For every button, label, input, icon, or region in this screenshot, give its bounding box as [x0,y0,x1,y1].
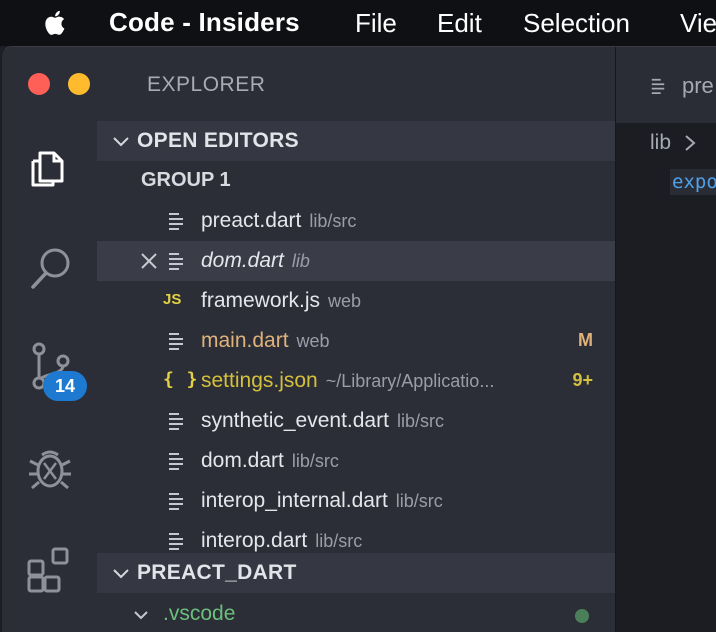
open-editors-label: OPEN EDITORS [137,129,299,152]
lines-file-icon [169,253,183,270]
file-name: synthetic_event.dart [201,409,389,432]
open-editor-item[interactable]: interop_internal.dart lib/src [97,481,615,521]
file-name: dom.dart [201,449,284,472]
project-folder-header[interactable]: PREACT_DART [97,553,615,593]
file-path: lib/src [309,211,357,231]
minimize-window-button[interactable] [68,73,90,95]
file-name: interop_internal.dart [201,489,388,512]
file-path: lib/src [315,531,363,551]
menu-selection[interactable]: Selection [523,8,630,39]
lines-file-icon [169,533,183,550]
apple-logo-icon[interactable] [40,7,72,39]
file-path: lib/src [291,451,339,471]
lines-file-icon [169,333,183,350]
file-name: preact.dart [201,209,302,232]
explorer-sidebar: EXPLORER OPEN EDITORS GROUP 1 preact.dar… [97,47,615,632]
group-label: GROUP 1 [141,169,231,191]
menu-edit[interactable]: Edit [437,8,482,39]
folder-name: .vscode [163,602,236,625]
extensions-icon[interactable] [23,543,77,597]
open-editor-item[interactable]: synthetic_event.dart lib/src [97,401,615,441]
project-folder-label: PREACT_DART [137,561,297,584]
problems-status-badge: 9+ [572,370,593,390]
chevron-right-icon [685,135,696,152]
file-path: lib/src [395,491,443,511]
lines-file-icon [169,413,183,430]
file-name: framework.js [201,289,321,312]
file-path: web [296,331,330,351]
close-window-button[interactable] [28,73,50,95]
menu-bar: Code - Insiders File Edit Selection Vie [0,0,716,46]
tab-bar: pre [616,47,716,123]
menu-app-name[interactable]: Code - Insiders [109,7,300,38]
lines-file-icon [651,78,665,94]
json-file-icon: { } [163,369,199,390]
file-name: settings.json [201,369,318,392]
debug-bug-icon[interactable] [23,441,77,495]
search-icon[interactable] [23,241,77,295]
open-editor-item[interactable]: main.dart web M [97,321,615,361]
chevron-down-icon [113,569,129,579]
explorer-files-icon[interactable] [23,139,77,193]
breadcrumb[interactable]: lib [650,131,697,155]
file-name: dom.dart [201,249,284,272]
open-editors-header[interactable]: OPEN EDITORS [97,121,615,161]
sidebar-title: EXPLORER [147,73,266,96]
untracked-dot [575,609,589,623]
lines-file-icon [169,493,183,510]
modified-status-badge: M [578,330,593,350]
vscode-window: 14 EXPLORER OPEN EDITORS GROUP 1 preact.… [2,46,716,632]
breadcrumb-item[interactable]: lib [650,131,671,154]
menu-file[interactable]: File [355,8,397,39]
folder-item[interactable]: .vscode [97,595,615,632]
open-editor-item[interactable]: { } settings.json ~/Library/Applicatio...… [97,361,615,401]
open-editor-item[interactable]: dom.dart lib/src [97,441,615,481]
code-line[interactable]: expo [670,169,716,195]
editor-tab[interactable]: pre [616,47,716,123]
activity-bar: 14 [3,47,130,632]
scm-count-badge: 14 [43,371,87,401]
chevron-down-icon [113,137,129,147]
lines-file-icon [169,453,183,470]
file-name: interop.dart [201,529,308,552]
file-path: web [328,291,362,311]
close-icon[interactable] [139,251,159,271]
open-editor-item[interactable]: preact.dart lib/src [97,201,615,241]
file-path: lib/src [396,411,444,431]
tab-label: pre [682,73,714,98]
open-editor-item-active[interactable]: dom.dart lib [97,241,615,281]
file-path: ~/Library/Applicatio... [325,371,495,391]
file-name: main.dart [201,329,289,352]
editor-area: pre lib expo [615,47,716,632]
file-path: lib [291,251,310,271]
open-editor-item[interactable]: JS framework.js web [97,281,615,321]
js-file-icon: JS [163,291,182,308]
chevron-down-icon [134,611,148,620]
lines-file-icon [169,213,183,230]
menu-view[interactable]: Vie [680,8,716,39]
